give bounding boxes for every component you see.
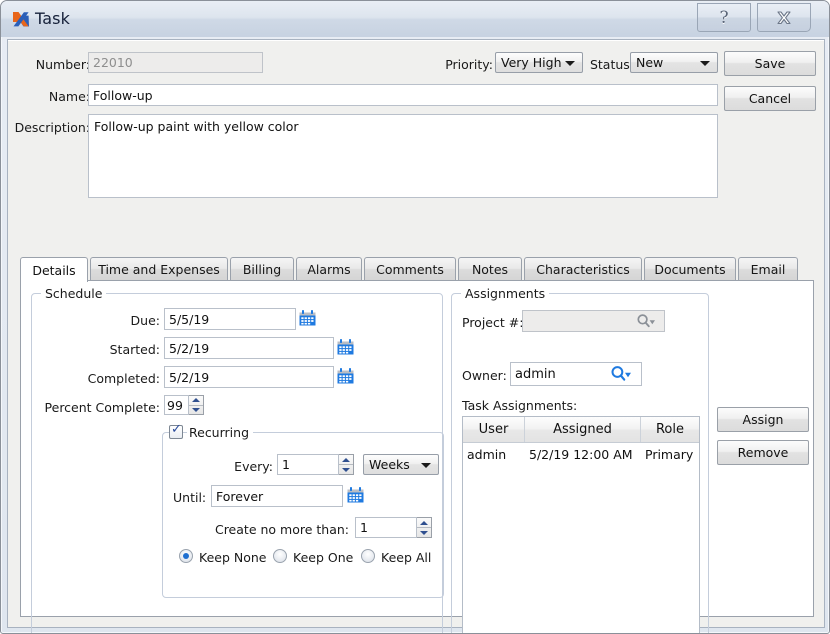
recurrence-unit-dropdown[interactable]: Weeks [363, 454, 439, 475]
title-bar: Task ? [1, 1, 829, 37]
calendar-icon[interactable] [337, 368, 354, 384]
stepper-up[interactable] [417, 518, 431, 528]
window-title: Task [35, 9, 70, 28]
cell-role: Primary [645, 446, 694, 462]
started-label: Started: [109, 342, 160, 357]
table-header-row: User Assigned Role [463, 417, 699, 443]
chevron-down-icon [700, 60, 710, 66]
recurrence-unit-value: Weeks [369, 457, 410, 472]
until-label: Until: [173, 490, 207, 505]
tab-time-and-expenses[interactable]: Time and Expenses [90, 257, 228, 281]
priority-value: Very High [501, 55, 562, 70]
number-input[interactable] [88, 52, 263, 73]
tab-comments[interactable]: Comments [364, 257, 456, 281]
close-button[interactable] [757, 3, 811, 32]
started-input[interactable] [164, 337, 334, 359]
tab-email[interactable]: Email [738, 257, 798, 281]
keep-all-label: Keep All [381, 550, 432, 565]
name-label: Name: [48, 89, 90, 104]
percent-complete-input[interactable] [164, 395, 189, 415]
help-button[interactable]: ? [697, 3, 751, 32]
calendar-icon[interactable] [299, 310, 316, 326]
completed-label: Completed: [87, 371, 160, 386]
tab-strip: Details Time and Expenses Billing Alarms… [20, 257, 814, 282]
check-icon: ✓ [171, 422, 182, 437]
percent-complete-stepper[interactable] [189, 395, 204, 415]
tab-alarms[interactable]: Alarms [296, 257, 362, 281]
remove-button[interactable]: Remove [717, 440, 809, 465]
recurring-checkbox[interactable]: ✓ [169, 422, 183, 439]
cancel-button[interactable]: Cancel [724, 86, 816, 111]
tab-characteristics[interactable]: Characteristics [524, 257, 642, 281]
stepper-up[interactable] [189, 396, 203, 406]
description-label: Description: [14, 120, 90, 135]
every-stepper[interactable] [339, 454, 354, 475]
stepper-down[interactable] [417, 528, 431, 537]
column-header-role[interactable]: Role [641, 417, 699, 442]
percent-complete-label: Percent Complete: [44, 400, 160, 415]
task-assignments-table[interactable]: User Assigned Role admin 5/2/19 12:00 AM… [462, 416, 700, 633]
keep-one-label: Keep One [293, 550, 354, 565]
keep-none-radio[interactable] [179, 549, 193, 563]
task-assignments-label: Task Assignments: [462, 398, 578, 413]
keep-none-label: Keep None [199, 550, 267, 565]
task-window: Task ? Number: Priority: Very High Statu… [0, 0, 830, 634]
cell-assigned: 5/2/19 12:00 AM [529, 446, 633, 462]
table-row[interactable]: admin 5/2/19 12:00 AM Primary [463, 443, 699, 465]
create-no-more-than-input[interactable] [355, 517, 417, 538]
completed-input[interactable] [164, 366, 334, 388]
cell-user: admin [467, 446, 507, 462]
calendar-icon[interactable] [337, 339, 354, 355]
until-input[interactable] [211, 485, 343, 507]
stepper-up[interactable] [339, 455, 353, 465]
create-no-more-than-label: Create no more than: [214, 522, 349, 537]
status-value: New [636, 55, 664, 70]
column-header-user[interactable]: User [463, 417, 525, 442]
question-mark-icon: ? [719, 7, 729, 28]
column-header-assigned[interactable]: Assigned [525, 417, 641, 442]
number-label: Number: [35, 57, 90, 72]
owner-label: Owner: [462, 368, 507, 383]
chevron-down-icon [421, 462, 431, 468]
tab-documents[interactable]: Documents [644, 257, 736, 281]
assignments-group: Assignments Project #: Owner: admin Task… [451, 286, 709, 633]
stepper-down[interactable] [189, 406, 203, 415]
priority-label: Priority: [445, 57, 493, 72]
recurring-group: Recurring ✓ Every: Weeks [162, 423, 444, 598]
close-icon [777, 10, 791, 24]
assignments-group-title: Assignments [461, 286, 550, 301]
chevron-down-icon [565, 60, 575, 66]
recurring-group-title: Recurring [187, 425, 253, 440]
tab-billing[interactable]: Billing [230, 257, 294, 281]
every-input[interactable] [277, 454, 339, 475]
status-dropdown[interactable]: New [630, 52, 718, 73]
search-icon[interactable] [610, 365, 631, 381]
tab-details[interactable]: Details [20, 257, 88, 282]
content-panel: Number: Priority: Very High Status: New … [7, 39, 825, 633]
details-tab-page: Schedule Due: 5/5/19 Started: 5/2/19 Com… [20, 280, 814, 633]
every-label: Every: [234, 459, 273, 474]
description-textarea[interactable]: Follow-up paint with yellow color [88, 114, 718, 198]
save-button[interactable]: Save [724, 51, 816, 76]
status-label: Status: [589, 57, 634, 72]
name-input[interactable] [88, 84, 718, 106]
due-input[interactable] [164, 308, 296, 330]
keep-one-radio[interactable] [273, 549, 287, 563]
x-logo-icon [12, 11, 30, 28]
tab-notes[interactable]: Notes [458, 257, 522, 281]
stepper-down[interactable] [339, 465, 353, 474]
search-icon-disabled[interactable] [636, 313, 656, 329]
calendar-icon[interactable] [347, 487, 364, 503]
assign-button[interactable]: Assign [717, 407, 809, 432]
schedule-group: Schedule Due: 5/5/19 Started: 5/2/19 Com… [31, 286, 444, 633]
due-label: Due: [130, 313, 160, 328]
schedule-group-title: Schedule [41, 286, 107, 301]
priority-dropdown[interactable]: Very High [495, 52, 583, 73]
project-number-label: Project #: [462, 315, 524, 330]
create-no-more-than-stepper[interactable] [417, 517, 432, 538]
keep-all-radio[interactable] [361, 549, 375, 563]
